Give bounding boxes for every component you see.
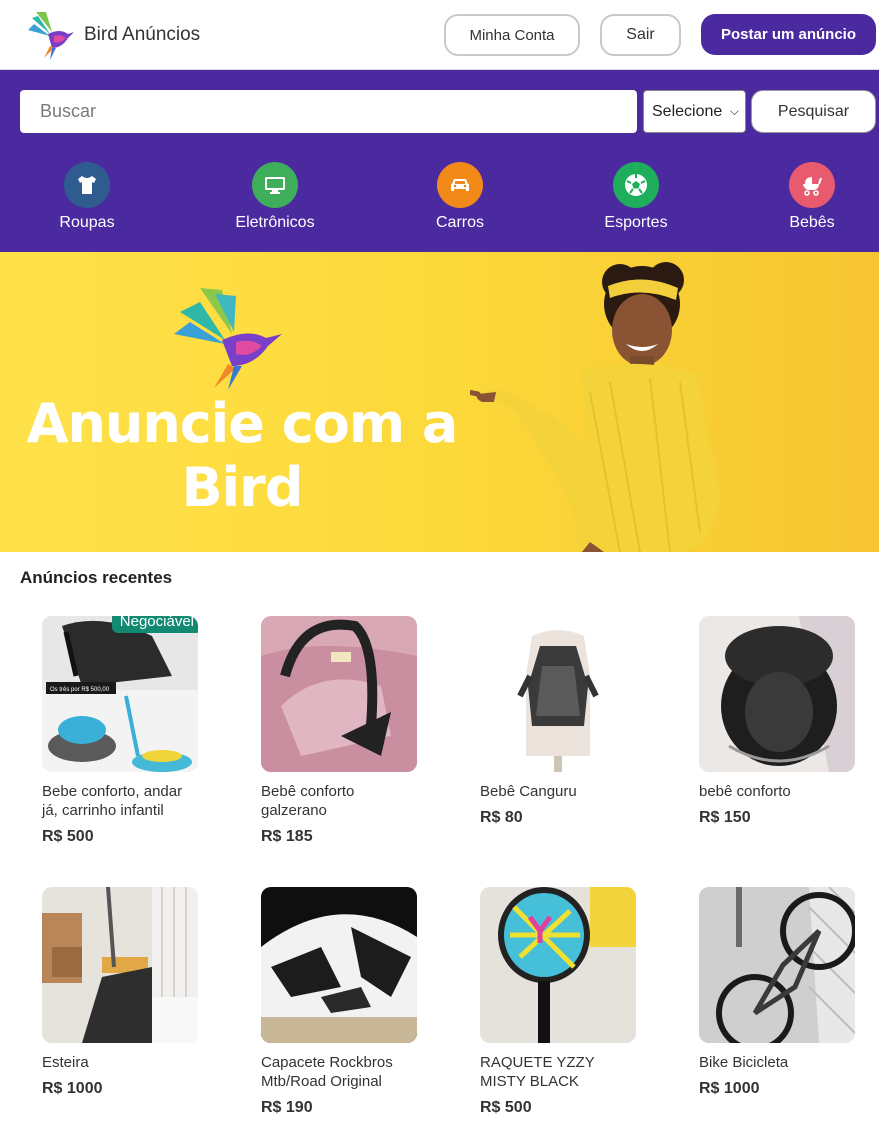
listing-photo [261,887,417,1043]
listing-price: R$ 150 [699,809,751,826]
listing-card[interactable]: Bebê conforto galzerano R$ 185 [261,616,421,846]
listing-photo [480,887,636,1043]
listing-card[interactable]: Esteira R$ 1000 [42,887,202,1098]
category-label: Bebês [789,214,835,231]
brand-name: Bird Anúncios [84,24,201,45]
category-label: Roupas [59,214,115,231]
my-account-button[interactable]: Minha Conta [444,14,580,56]
car-icon [437,162,483,208]
negotiable-badge: Negociável [111,616,198,633]
listing-photo [261,616,417,772]
search-input[interactable] [20,90,637,133]
listing-photo: Os três por R$ 500,00 Negociável [42,616,198,772]
listing-price: R$ 80 [480,809,523,826]
listing-card[interactable]: RAQUETE YZZY MISTY BLACK R$ 500 [480,887,640,1117]
shirt-icon [64,162,110,208]
listing-price: R$ 500 [42,828,94,845]
listing-card[interactable]: Bebê Canguru R$ 80 [480,616,640,827]
category-bebes[interactable]: Bebês [757,162,867,232]
top-header: Bird Anúncios Minha Conta Sair Postar um… [0,0,879,70]
post-ad-button[interactable]: Postar um anúncio [701,14,876,55]
listing-title: Bike Bicicleta [699,1054,789,1071]
category-esportes[interactable]: Esportes [581,162,691,232]
category-select-value: Selecione [652,102,723,120]
category-carros[interactable]: Carros [405,162,515,232]
monitor-icon [252,162,298,208]
listing-title: Bebe conforto, andar já, carrinho infant… [42,783,183,819]
listing-title: Esteira [42,1054,89,1071]
listing-price: R$ 1000 [42,1080,103,1097]
photo-caption: Os três por R$ 500,00 [50,687,110,693]
listing-card[interactable]: Capacete Rockbros Mtb/Road Original R$ 1… [261,887,421,1117]
listing-card[interactable]: Bike Bicicleta R$ 1000 [699,887,859,1098]
category-eletronicos[interactable]: Eletrônicos [220,162,330,232]
listing-title: Bebê conforto galzerano [261,783,355,819]
listing-price: R$ 190 [261,1099,313,1116]
recent-listings-heading: Anúncios recentes [20,568,173,587]
listing-price: R$ 1000 [699,1080,760,1097]
category-label: Carros [435,214,484,231]
stroller-icon [789,162,835,208]
brand-logo-link[interactable]: Bird Anúncios [24,8,200,62]
listing-title: bebê conforto [699,783,791,800]
listing-photo [480,616,636,772]
listing-price: R$ 185 [261,828,313,845]
logout-button[interactable]: Sair [600,14,681,56]
category-label: Esportes [604,214,668,231]
bird-logo-icon [28,12,74,60]
listing-card[interactable]: Os três por R$ 500,00 Negociável Bebe co… [42,616,202,846]
listing-price: R$ 500 [480,1099,532,1116]
woman-pointing-image [470,262,720,552]
category-select[interactable]: Selecione ⌵ [643,90,746,133]
chevron-down-icon: ⌵ [729,104,739,118]
listing-photo [42,887,198,1043]
category-roupas[interactable]: Roupas [32,162,142,232]
listing-photo [699,887,855,1043]
listing-card[interactable]: bebê conforto R$ 150 [699,616,859,827]
search-button[interactable]: Pesquisar [751,90,876,133]
listing-title: RAQUETE YZZY MISTY BLACK [480,1054,595,1090]
bird-logo-icon [174,288,282,390]
soccer-ball-icon [613,162,659,208]
category-label: Eletrônicos [235,214,315,231]
search-category-band: Selecione ⌵ Pesquisar Roupas Eletrônicos… [0,70,879,252]
listing-photo [699,616,855,772]
hero-banner[interactable]: Anuncie com a Bird [0,252,879,552]
listing-title: Bebê Canguru [480,783,577,800]
hero-title: Anuncie com a Bird [26,392,459,519]
listing-title: Capacete Rockbros Mtb/Road Original [261,1054,393,1090]
